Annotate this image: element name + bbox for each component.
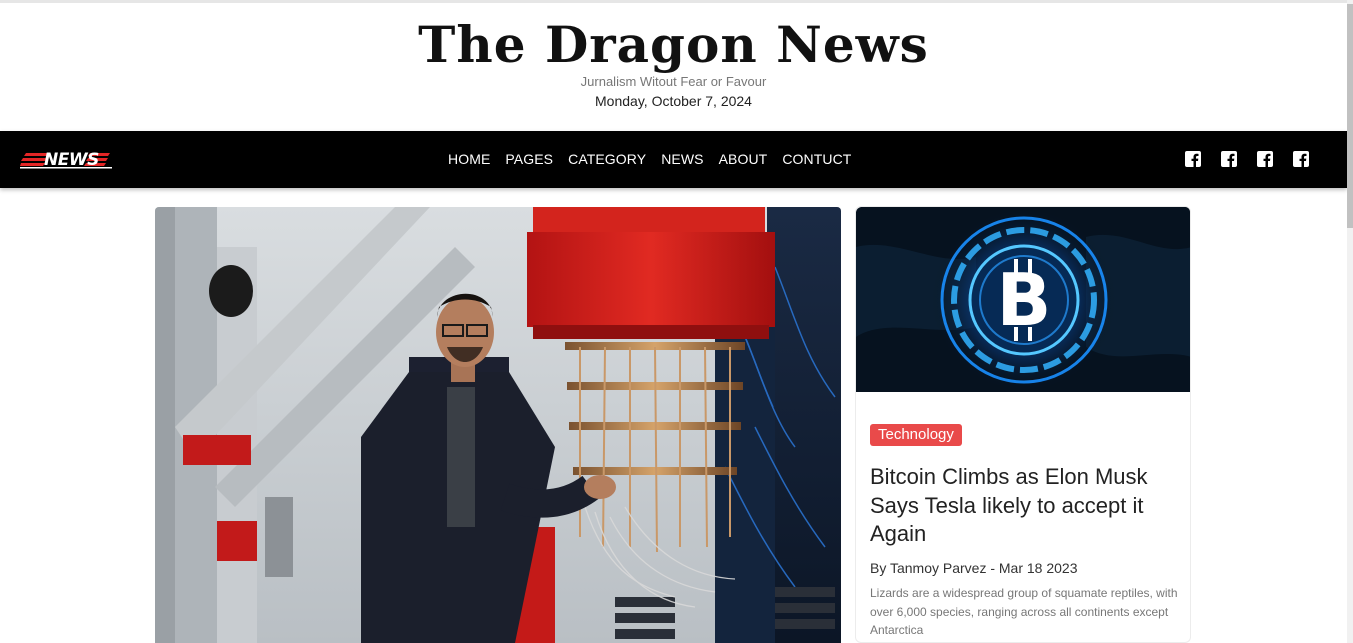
facebook-icon[interactable] — [1293, 151, 1309, 167]
facebook-icon[interactable] — [1221, 151, 1237, 167]
nav-home[interactable]: HOME — [448, 151, 490, 167]
news-logo[interactable]: NEWS — [20, 149, 112, 171]
article-title[interactable]: Bitcoin Climbs as Elon Musk Says Tesla l… — [870, 463, 1170, 549]
nav-category[interactable]: CATEGORY — [568, 151, 646, 167]
nav-contact[interactable]: CONTUCT — [782, 151, 851, 167]
bitcoin-image[interactable]: B — [856, 207, 1190, 392]
facebook-icon[interactable] — [1185, 151, 1201, 167]
bitcoin-symbol: B — [997, 258, 1052, 342]
scrollbar-thumb[interactable] — [1347, 4, 1353, 228]
facebook-icon[interactable] — [1257, 151, 1273, 167]
bitcoin-icon: B — [856, 207, 1190, 392]
social-links — [1185, 151, 1309, 167]
hero-image[interactable] — [155, 207, 841, 643]
masthead: The Dragon News Jurnalism Witout Fear or… — [0, 3, 1347, 131]
article-byline: By Tanmoy Parvez - Mar 18 2023 — [870, 560, 1078, 576]
main-navbar: NEWS HOME PAGES CATEGORY NEWS ABOUT CONT… — [0, 131, 1347, 188]
site-title[interactable]: The Dragon News — [0, 15, 1347, 74]
category-badge[interactable]: Technology — [870, 424, 962, 446]
nav-about[interactable]: ABOUT — [719, 151, 768, 167]
nav-links: HOME PAGES CATEGORY NEWS ABOUT CONTUCT — [448, 151, 866, 167]
logo-text: NEWS — [44, 150, 99, 170]
tagline: Jurnalism Witout Fear or Favour — [580, 74, 767, 89]
current-date: Monday, October 7, 2024 — [595, 93, 752, 109]
quantum-lab-photo — [155, 207, 841, 643]
article-excerpt: Lizards are a widespread group of squama… — [870, 586, 1178, 637]
featured-news-card[interactable]: B Technology Bitcoin Climbs as Elon Musk… — [855, 206, 1191, 643]
nav-news[interactable]: NEWS — [661, 151, 703, 167]
page-scrollbar[interactable] — [1347, 0, 1353, 643]
nav-pages[interactable]: PAGES — [505, 151, 553, 167]
